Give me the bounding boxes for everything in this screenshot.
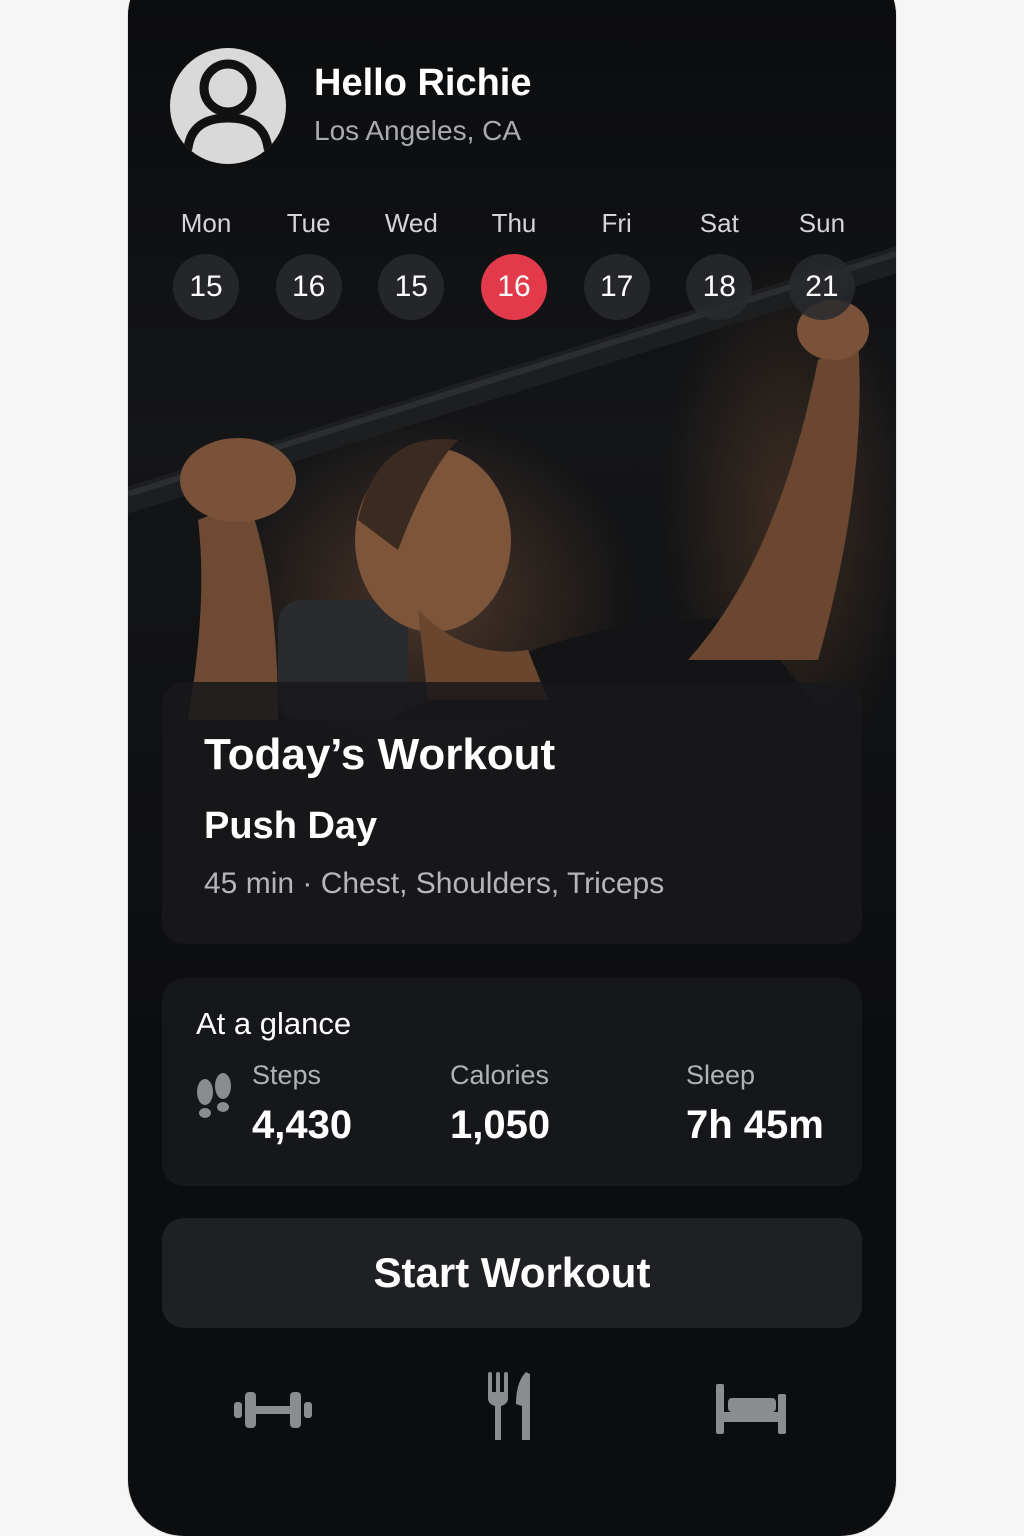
tab-sleep[interactable] — [716, 1384, 786, 1439]
day-name: Mon — [180, 208, 232, 238]
workout-plan: Push Day — [204, 805, 378, 847]
day-date[interactable]: 16 — [275, 254, 342, 320]
glance-stats: Steps 4,430 Calories 1,050 Sleep 7h 45m — [196, 1058, 828, 1158]
day-date[interactable]: 15 — [173, 254, 239, 320]
calories-stat: Calories 1,050 — [450, 1058, 550, 1150]
steps-stat: Steps 4,430 — [252, 1058, 352, 1150]
sleep-value: 7h 45m — [686, 1103, 824, 1147]
phone-screen: Hello Richie Los Angeles, CA Mon 15 Tue … — [128, 0, 896, 1536]
day-date[interactable]: 18 — [686, 254, 753, 320]
day-name: Wed — [384, 208, 438, 238]
day-name: Sun — [798, 208, 846, 238]
day-mon[interactable]: Mon 15 — [156, 206, 256, 320]
fork-knife-icon — [488, 1372, 530, 1440]
day-date[interactable]: 16 — [480, 254, 547, 320]
todays-workout-card[interactable]: Today’s Workout Push Day 45 min · Chest,… — [162, 682, 862, 944]
sleep-label: Sleep — [686, 1060, 756, 1090]
start-workout-button[interactable]: Start Workout — [162, 1218, 862, 1328]
workout-heading: Today’s Workout — [204, 730, 556, 779]
day-name: Tue — [286, 208, 331, 238]
day-date[interactable]: 21 — [788, 254, 855, 320]
user-icon — [183, 59, 273, 153]
day-date[interactable]: 15 — [378, 254, 445, 320]
sleep-stat: Sleep 7h 45m — [686, 1058, 824, 1150]
day-date[interactable]: 17 — [583, 254, 650, 320]
workout-details: 45 min · Chest, Shoulders, Triceps — [204, 867, 665, 900]
steps-label: Steps — [252, 1060, 322, 1090]
day-tue[interactable]: Tue 16 — [259, 206, 359, 320]
user-header: Hello Richie Los Angeles, CA — [170, 48, 532, 164]
glance-title: At a glance — [196, 1006, 352, 1041]
tab-workouts[interactable] — [234, 1388, 312, 1437]
bed-icon — [716, 1384, 786, 1434]
footsteps-icon — [197, 1073, 231, 1118]
tab-nutrition[interactable] — [486, 1372, 536, 1447]
greeting-block: Hello Richie Los Angeles, CA — [314, 61, 532, 151]
dumbbell-icon — [234, 1392, 312, 1428]
day-name: Fri — [601, 208, 632, 238]
day-sat[interactable]: Sat 18 — [669, 206, 769, 320]
calories-label: Calories — [450, 1060, 550, 1090]
day-name: Sat — [699, 208, 739, 238]
day-name: Thu — [491, 208, 537, 238]
week-selector: Mon 15 Tue 16 Wed 15 Thu 16 Fri 17 Sat 1… — [156, 206, 896, 320]
day-sun[interactable]: Sun 21 — [772, 206, 872, 320]
day-thu-selected[interactable]: Thu 16 — [464, 206, 564, 320]
at-a-glance-card: At a glance Steps 4,430 Calories 1,050 S… — [162, 978, 862, 1186]
location-text: Los Angeles, CA — [314, 115, 522, 146]
avatar[interactable] — [170, 48, 286, 164]
bottom-tab-bar — [128, 1372, 896, 1468]
greeting-text: Hello Richie — [314, 62, 532, 104]
steps-value: 4,430 — [252, 1103, 353, 1147]
day-wed[interactable]: Wed 15 — [361, 206, 461, 320]
calories-value: 1,050 — [450, 1103, 551, 1147]
day-fri[interactable]: Fri 17 — [567, 206, 667, 320]
